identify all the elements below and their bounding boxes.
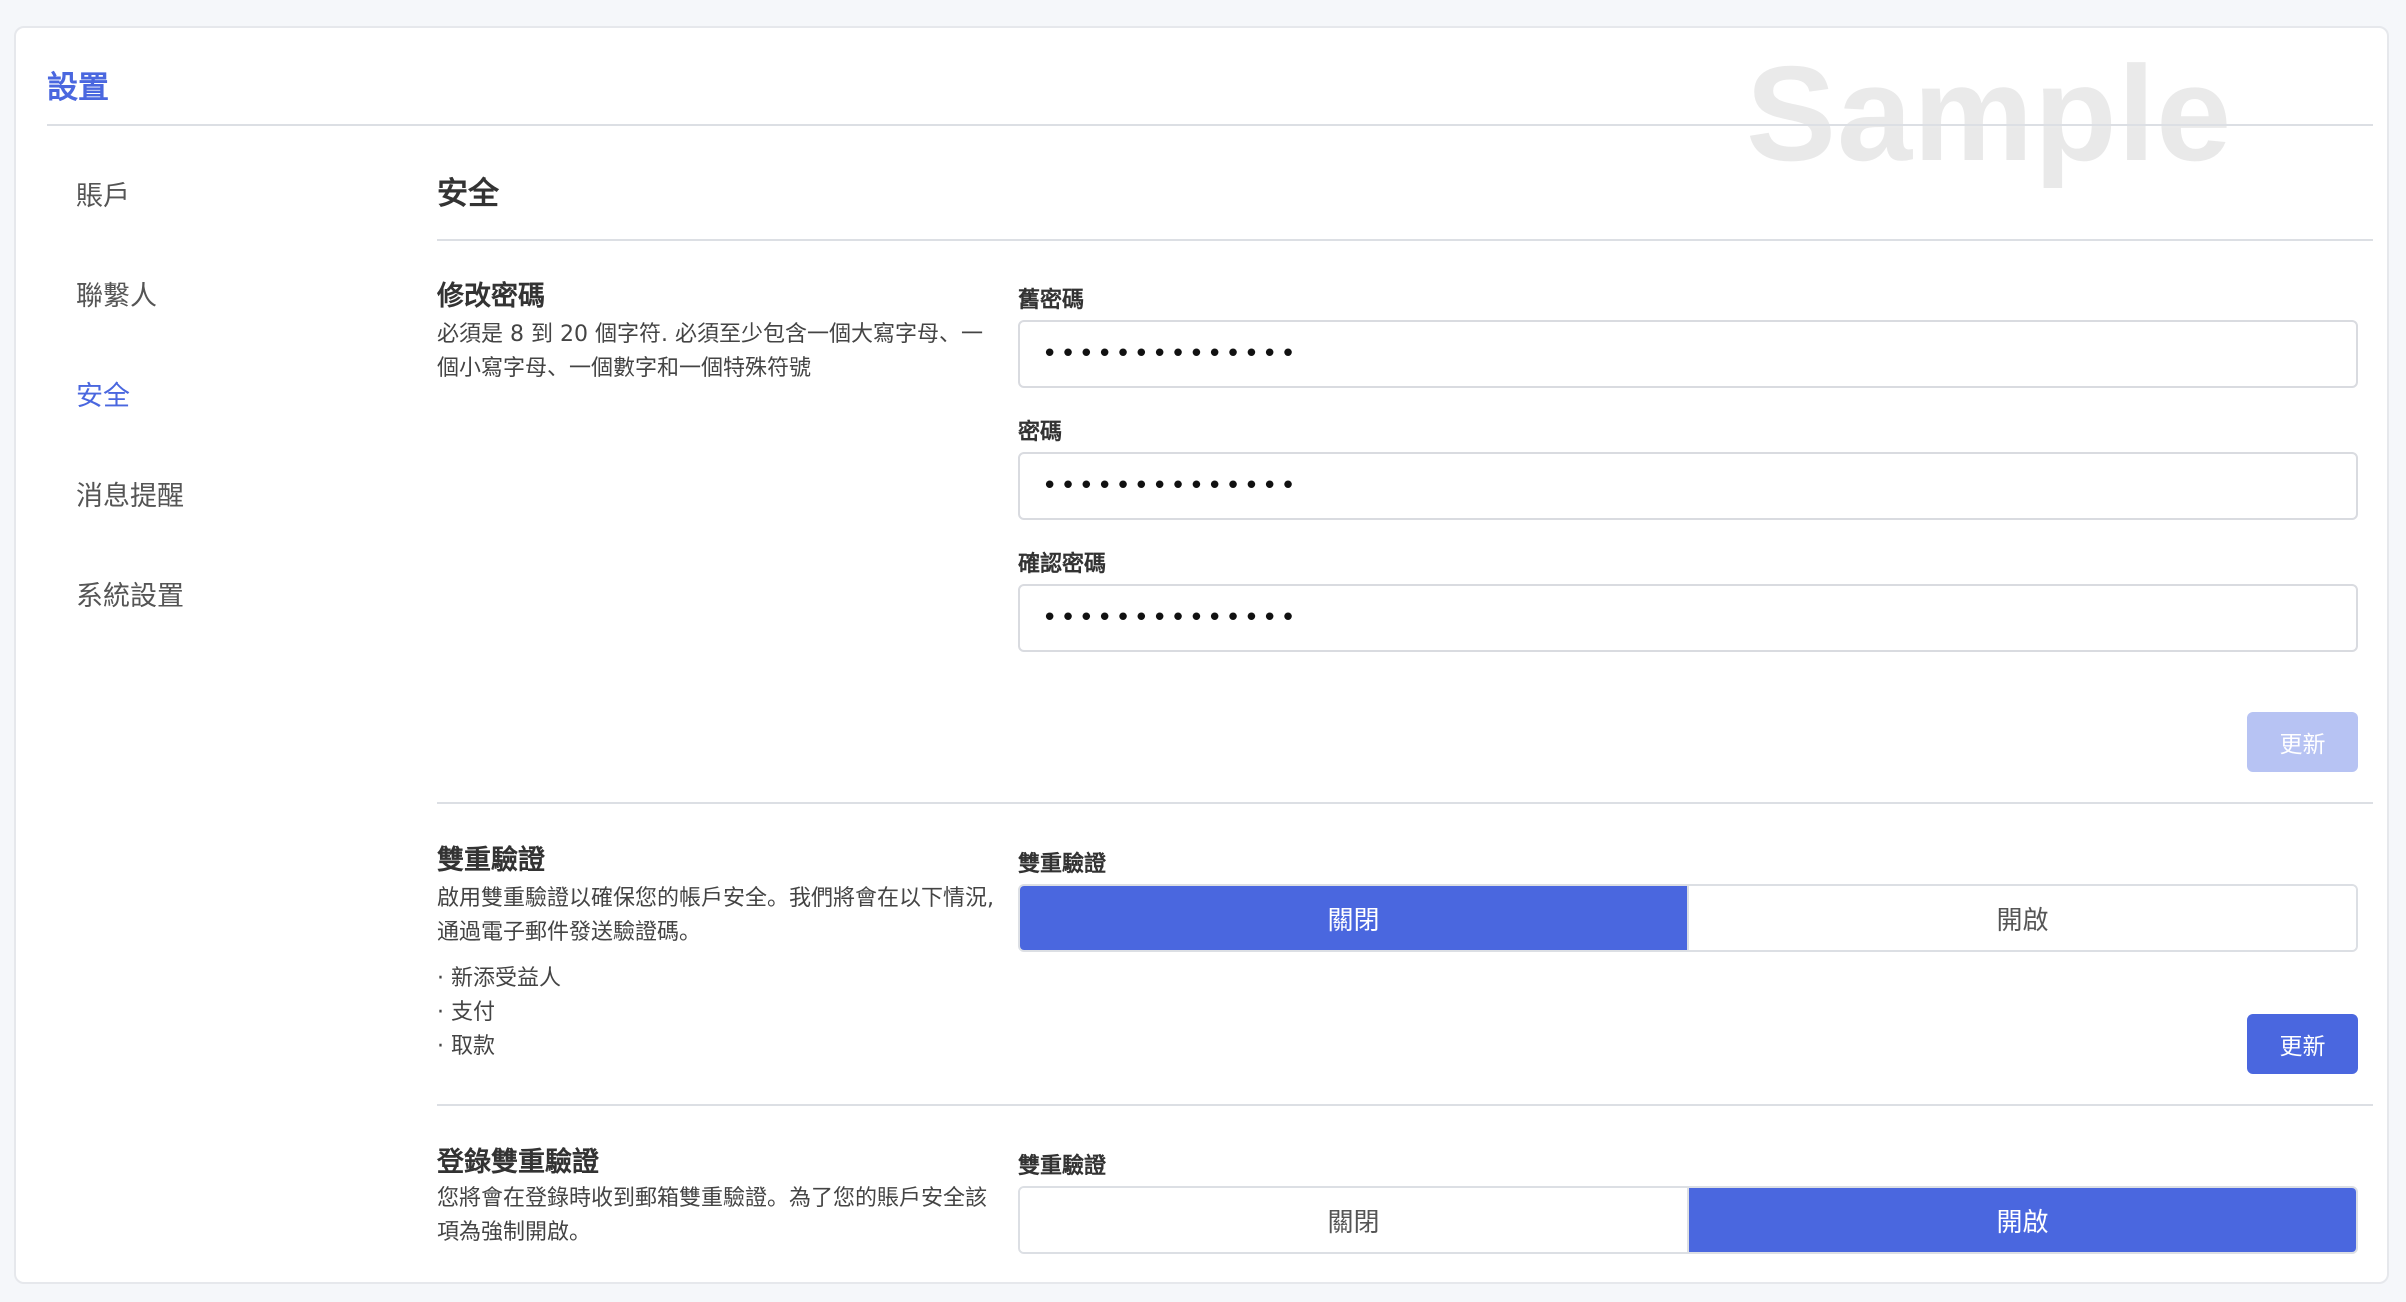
two-factor-bullet: · 新添受益人 bbox=[437, 966, 561, 991]
two-factor-off-option[interactable]: 關閉 bbox=[1020, 886, 1687, 950]
sidebar-item-security[interactable]: 安全 bbox=[76, 374, 130, 413]
old-password-field[interactable]: •••••••••••••• bbox=[1018, 320, 2358, 388]
update-password-button[interactable]: 更新 bbox=[2247, 712, 2358, 772]
two-factor-divider bbox=[437, 1104, 2373, 1106]
sidebar-item-contacts[interactable]: 聯繫人 bbox=[76, 274, 157, 313]
two-factor-bullets: · 新添受益人 · 支付 · 取款 bbox=[437, 962, 561, 1064]
login-two-factor-description: 您將會在登錄時收到郵箱雙重驗證。為了您的賬戶安全該項為強制開啟。 bbox=[437, 1186, 988, 1245]
change-password-title: 修改密碼 bbox=[437, 281, 545, 312]
change-password-description: 必須是 8 到 20 個字符. 必須至少包含一個大寫字母、一個小寫字母、一個數字… bbox=[437, 322, 983, 381]
confirm-password-field[interactable]: •••••••••••••• bbox=[1018, 584, 2358, 652]
password-divider bbox=[437, 802, 2373, 804]
settings-card: 設置 Sample 賬戶 聯繫人 安全 消息提醒 系統設置 安全 修改密碼 必須… bbox=[14, 26, 2389, 1284]
two-factor-bullet: · 支付 bbox=[437, 1000, 495, 1025]
page-title: 設置 bbox=[47, 70, 109, 106]
new-password-label: 密碼 bbox=[1018, 420, 1063, 445]
sample-watermark: Sample bbox=[1746, 38, 2233, 189]
sidebar-item-system-settings[interactable]: 系統設置 bbox=[76, 574, 184, 613]
update-two-factor-button[interactable]: 更新 bbox=[2247, 1014, 2358, 1074]
new-password-field[interactable]: •••••••••••••• bbox=[1018, 452, 2358, 520]
two-factor-title: 雙重驗證 bbox=[437, 845, 545, 876]
two-factor-toggle: 關閉 開啟 bbox=[1018, 884, 2358, 952]
login-two-factor-title: 登錄雙重驗證 bbox=[437, 1147, 599, 1178]
login-two-factor-off-option[interactable]: 關閉 bbox=[1020, 1188, 1687, 1252]
sidebar-item-account[interactable]: 賬戶 bbox=[76, 174, 130, 213]
two-factor-field-label: 雙重驗證 bbox=[1018, 852, 1107, 877]
login-two-factor-on-option[interactable]: 開啟 bbox=[1687, 1188, 2356, 1252]
sidebar-item-notifications[interactable]: 消息提醒 bbox=[76, 474, 184, 513]
confirm-password-label: 確認密碼 bbox=[1018, 552, 1107, 577]
old-password-label: 舊密碼 bbox=[1018, 288, 1085, 313]
two-factor-on-option[interactable]: 開啟 bbox=[1687, 886, 2356, 950]
two-factor-description: 啟用雙重驗證以確保您的帳戶安全。我們將會在以下情況,通過電子郵件發送驗證碼。 bbox=[437, 886, 994, 945]
section-divider bbox=[437, 239, 2373, 241]
login-two-factor-toggle: 關閉 開啟 bbox=[1018, 1186, 2358, 1254]
section-title: 安全 bbox=[437, 176, 499, 212]
two-factor-bullet: · 取款 bbox=[437, 1034, 495, 1059]
header-divider bbox=[47, 124, 2373, 126]
login-two-factor-field-label: 雙重驗證 bbox=[1018, 1154, 1107, 1179]
